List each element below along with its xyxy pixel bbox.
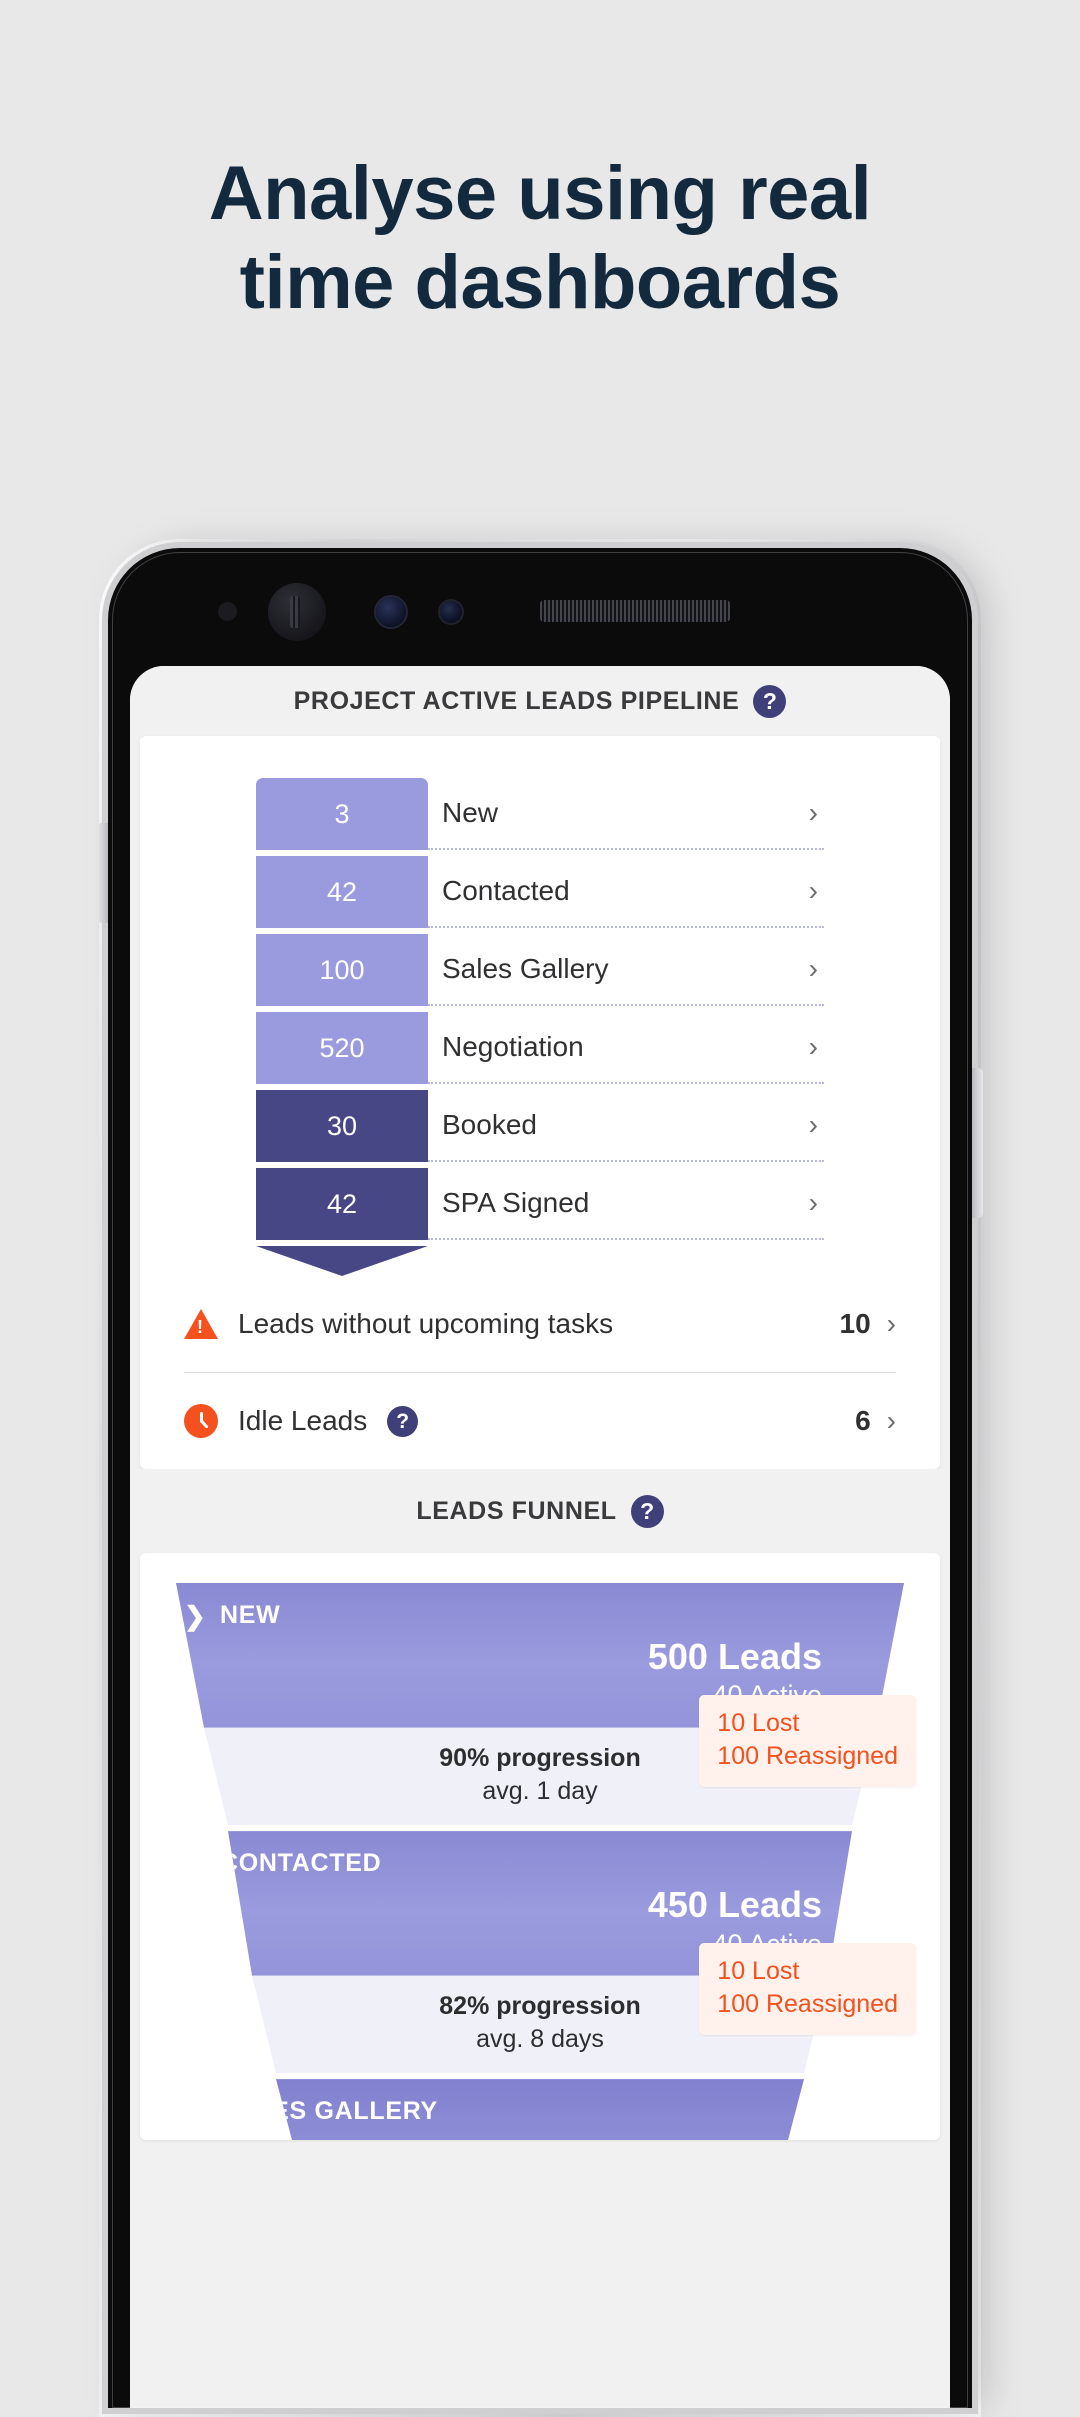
funnel-lost-box[interactable]: 10 Lost 100 Reassigned: [699, 1695, 916, 1787]
chevron-right-icon: [184, 1603, 206, 1629]
help-icon[interactable]: ?: [387, 1405, 419, 1437]
pipeline-card: 3 New › 42 Contacted › 100 Sales Gallery…: [140, 736, 940, 1469]
leads-without-tasks-row[interactable]: Leads without upcoming tasks 10 ›: [184, 1276, 896, 1372]
pipeline-count: 42: [326, 1188, 358, 1219]
funnel-header: LEADS FUNNEL ?: [130, 1469, 950, 1553]
headline-line-2: time dashboards: [239, 239, 841, 325]
pipeline-row[interactable]: 30 Booked ›: [140, 1090, 940, 1162]
funnel-stage-name: SALES GALLERY: [220, 2097, 438, 2126]
page-headline: Analyse using real time dashboards: [0, 150, 1080, 328]
funnel-reassigned: 100 Reassigned: [717, 1742, 898, 1770]
pipeline-row-right: New ›: [428, 778, 824, 850]
pipeline-count: 520: [319, 1032, 365, 1063]
power-button[interactable]: [97, 823, 108, 923]
help-icon[interactable]: ?: [630, 1494, 664, 1528]
pipeline-bar: 42: [256, 1168, 428, 1240]
chevron-right-icon[interactable]: ›: [809, 799, 818, 827]
pipeline-bar: 100: [256, 934, 428, 1006]
pipeline-bar: 3: [256, 778, 428, 850]
funnel-stage-name: CONTACTED: [220, 1849, 382, 1878]
chevron-right-icon: [184, 2099, 206, 2125]
secondary-camera-icon: [440, 601, 462, 623]
funnel-reassigned: 100 Reassigned: [717, 1990, 898, 2019]
pipeline-row-right: Contacted ›: [428, 856, 824, 928]
proximity-sensor-icon: [218, 602, 237, 621]
funnel-stage-name: NEW: [220, 1601, 281, 1629]
phone-screen: PROJECT ACTIVE LEADS PIPELINE ? 3 New ›: [130, 666, 950, 2408]
headline-line-1: Analyse using real: [208, 151, 872, 236]
funnel-card: NEW 500 Leads 40 Active 90% progression …: [140, 1553, 940, 2141]
chevron-right-icon[interactable]: ›: [887, 1407, 896, 1435]
clock-icon: [184, 1404, 218, 1438]
alert-value: 10: [839, 1308, 871, 1339]
speaker-grille-icon: [540, 600, 730, 622]
funnel-stage[interactable]: CONTACTED 450 Leads 40 Active 82% progre…: [140, 1831, 940, 2074]
pipeline-count: 30: [326, 1110, 358, 1141]
warning-triangle-icon: [184, 1309, 218, 1339]
pipeline-label: Sales Gallery: [442, 953, 609, 984]
funnel-stage-name-row: SALES GALLERY: [184, 2097, 804, 2126]
funnel-stage-name-row: CONTACTED: [184, 1849, 852, 1878]
pipeline-label: Negotiation: [442, 1031, 584, 1062]
alert-left: Idle Leads ?: [184, 1404, 419, 1438]
earpiece-speaker-icon: [268, 583, 326, 641]
help-icon[interactable]: ?: [753, 684, 787, 718]
front-camera-icon: [376, 597, 406, 627]
chevron-right-icon[interactable]: ›: [887, 1310, 896, 1338]
funnel-stage-name-row: NEW: [176, 1601, 904, 1630]
funnel-stage[interactable]: NEW 500 Leads 40 Active 90% progression …: [140, 1583, 940, 1826]
alert-right: 6 ›: [855, 1405, 896, 1437]
funnel-lost-box[interactable]: 10 Lost 100 Reassigned: [699, 1943, 916, 2036]
pipeline-label: SPA Signed: [442, 1187, 590, 1218]
pipeline-funnel-tip: [256, 1246, 428, 1276]
pipeline-row[interactable]: 3 New ›: [140, 778, 940, 850]
chevron-right-icon[interactable]: ›: [809, 955, 818, 983]
pipeline-row-right: Negotiation ›: [428, 1012, 824, 1084]
pipeline-label: Contacted: [442, 875, 570, 906]
funnel-leads: 500 Leads: [647, 1636, 822, 1677]
pipeline-count: 42: [326, 876, 358, 907]
phone-bezel: [108, 548, 972, 666]
pipeline-header: PROJECT ACTIVE LEADS PIPELINE ?: [130, 666, 950, 736]
pipeline-label: Booked: [442, 1109, 537, 1140]
phone-mockup: PROJECT ACTIVE LEADS PIPELINE ? 3 New ›: [97, 539, 983, 2417]
funnel-lost: 10 Lost: [717, 1709, 800, 1737]
pipeline-row[interactable]: 100 Sales Gallery ›: [140, 934, 940, 1006]
pipeline-title: PROJECT ACTIVE LEADS PIPELINE: [293, 686, 740, 715]
pipeline-row-right: Sales Gallery ›: [428, 934, 824, 1006]
pipeline-row[interactable]: 42 Contacted ›: [140, 856, 940, 928]
pipeline-list: 3 New › 42 Contacted › 100 Sales Gallery…: [140, 736, 940, 1276]
alert-right: 10 ›: [840, 1308, 896, 1340]
volume-button[interactable]: [972, 1068, 983, 1218]
pipeline-row-right: Booked ›: [428, 1090, 824, 1162]
funnel-trapezoid: SALES GALLERY: [184, 2079, 804, 2141]
pipeline-row[interactable]: 42 SPA Signed ›: [140, 1168, 940, 1240]
funnel-lost: 10 Lost: [717, 1957, 800, 1986]
alert-left: Leads without upcoming tasks: [184, 1308, 613, 1340]
idle-leads-row[interactable]: Idle Leads ? 6 ›: [184, 1373, 896, 1469]
chevron-right-icon[interactable]: ›: [809, 1033, 818, 1061]
alert-label: Idle Leads: [238, 1405, 368, 1436]
chevron-right-icon[interactable]: ›: [809, 1189, 818, 1217]
pipeline-count: 100: [319, 954, 365, 985]
pipeline-bar: 30: [256, 1090, 428, 1162]
funnel-leads: 450 Leads: [647, 1884, 822, 1926]
pipeline-count: 3: [334, 798, 350, 829]
alert-value: 6: [855, 1405, 871, 1436]
pipeline-bar: 42: [256, 856, 428, 928]
funnel-stage[interactable]: SALES GALLERY: [140, 2079, 940, 2141]
chevron-right-icon[interactable]: ›: [809, 877, 818, 905]
funnel-title: LEADS FUNNEL: [416, 1496, 617, 1525]
chevron-right-icon: [184, 1851, 206, 1877]
pipeline-label: New: [442, 797, 499, 828]
pipeline-row-right: SPA Signed ›: [428, 1168, 824, 1240]
pipeline-bar: 520: [256, 1012, 428, 1084]
chevron-right-icon[interactable]: ›: [809, 1111, 818, 1139]
alert-label: Leads without upcoming tasks: [238, 1308, 614, 1339]
pipeline-row[interactable]: 520 Negotiation ›: [140, 1012, 940, 1084]
